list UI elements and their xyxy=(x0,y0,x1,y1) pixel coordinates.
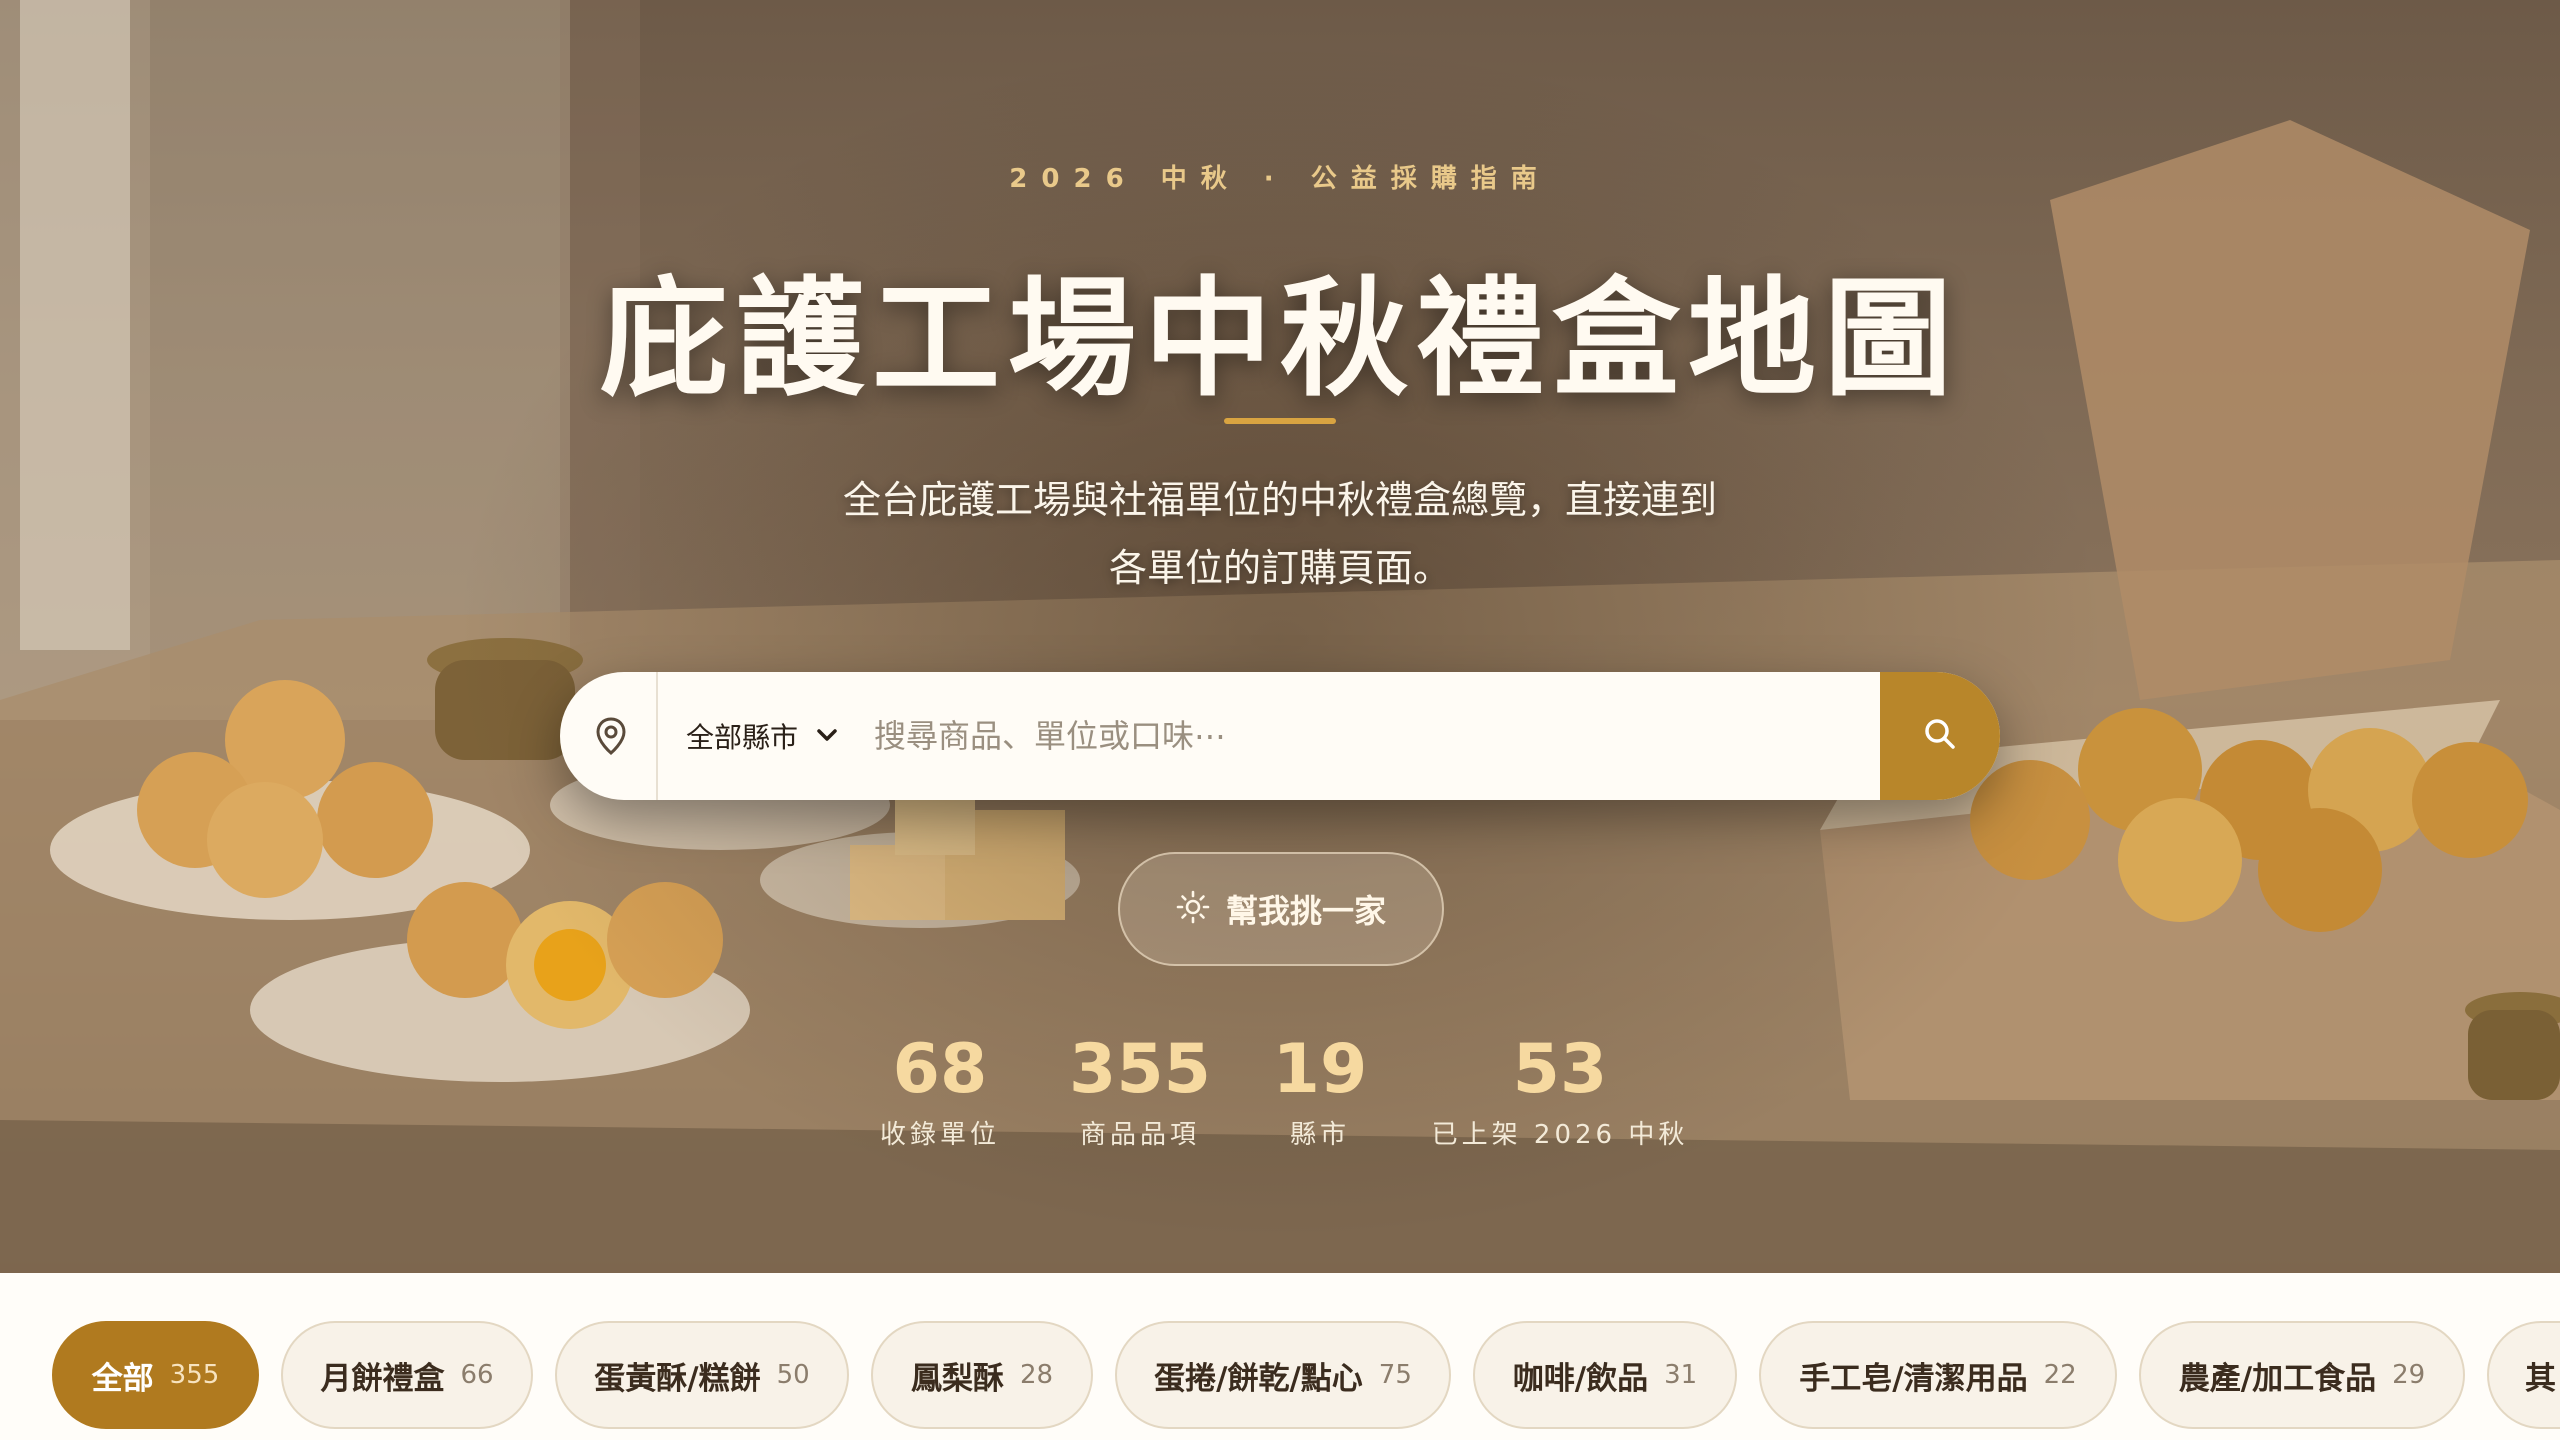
category-label: 蛋捲/餅乾/點心 xyxy=(1154,1360,1363,1397)
category-label: 手工皂/清潔用品 xyxy=(1799,1360,2028,1397)
search-icon xyxy=(1920,714,1960,758)
category-label: 鳳梨酥 xyxy=(910,1360,1004,1397)
category-count: 29 xyxy=(2392,1360,2426,1390)
hero-subtitle-line2: 各單位的訂購頁面。 xyxy=(1108,546,1451,590)
category-filter-bar: 全部 355 月餅禮盒 66 蛋黃酥/糕餅 50 鳳梨酥 28 蛋捲/餅乾/點心… xyxy=(0,1273,2560,1440)
category-count: 50 xyxy=(776,1360,810,1390)
stat-label: 縣市 xyxy=(1289,1120,1350,1150)
category-chip-mooncake[interactable]: 月餅禮盒 66 xyxy=(281,1321,533,1429)
search-bar: 全部縣市 xyxy=(560,672,2000,800)
page: 2026 中秋 · 公益採購指南 庇護工場中秋禮盒地圖 全台庇護工場與社福單位的… xyxy=(0,0,2560,1440)
county-select-value: 全部縣市 xyxy=(686,721,799,754)
pick-for-me-label: 幫我挑一家 xyxy=(1225,892,1386,930)
category-chip-coffee[interactable]: 咖啡/飲品 31 xyxy=(1473,1321,1737,1429)
stat-value: 355 xyxy=(1069,1030,1211,1109)
category-label: 其 xyxy=(2525,1360,2556,1397)
stat-units: 68 收錄單位 xyxy=(860,1030,1020,1151)
page-title: 庇護工場中秋禮盒地圖 xyxy=(599,265,1960,414)
county-select[interactable]: 全部縣市 xyxy=(658,672,864,800)
category-count: 22 xyxy=(2043,1360,2077,1390)
category-count: 75 xyxy=(1378,1360,1412,1390)
stat-label: 商品品項 xyxy=(1079,1120,1200,1150)
map-pin-icon xyxy=(566,672,658,800)
category-label: 蛋黃酥/糕餅 xyxy=(594,1360,761,1397)
search-input[interactable] xyxy=(864,672,1880,800)
hero-eyebrow: 2026 中秋 · 公益採購指南 xyxy=(1009,164,1551,194)
category-label: 農產/加工食品 xyxy=(2178,1360,2377,1397)
stat-value: 53 xyxy=(1512,1030,1608,1109)
stat-listed-2026: 53 已上架 2026 中秋 xyxy=(1400,1030,1720,1151)
category-chip-pineapple-cake[interactable]: 鳳梨酥 28 xyxy=(871,1321,1093,1429)
title-divider xyxy=(1224,418,1336,424)
category-chip-egg-yolk-pastry[interactable]: 蛋黃酥/糕餅 50 xyxy=(555,1321,849,1429)
category-label: 全部 xyxy=(91,1360,154,1397)
sparkle-icon xyxy=(1176,890,1210,928)
stat-value: 68 xyxy=(892,1030,988,1109)
category-chip-snacks[interactable]: 蛋捲/餅乾/點心 75 xyxy=(1115,1321,1451,1429)
category-chip-all[interactable]: 全部 355 xyxy=(52,1321,259,1429)
stat-label: 已上架 2026 中秋 xyxy=(1431,1120,1689,1150)
hero-section: 2026 中秋 · 公益採購指南 庇護工場中秋禮盒地圖 全台庇護工場與社福單位的… xyxy=(0,0,2560,1273)
category-count: 66 xyxy=(460,1360,494,1390)
chevron-down-icon xyxy=(816,727,838,746)
stat-products: 355 商品品項 xyxy=(1060,1030,1220,1151)
category-chip-other[interactable]: 其 xyxy=(2487,1321,2560,1429)
category-chip-soap[interactable]: 手工皂/清潔用品 22 xyxy=(1759,1321,2117,1429)
category-label: 咖啡/飲品 xyxy=(1512,1360,1649,1397)
category-chip-farm-products[interactable]: 農產/加工食品 29 xyxy=(2139,1321,2465,1429)
stat-label: 收錄單位 xyxy=(879,1120,1000,1150)
category-count: 28 xyxy=(1019,1360,1054,1390)
stat-value: 19 xyxy=(1272,1030,1368,1109)
category-count: 31 xyxy=(1664,1360,1698,1390)
stat-counties: 19 縣市 xyxy=(1240,1030,1400,1151)
category-label: 月餅禮盒 xyxy=(320,1360,445,1397)
category-count: 355 xyxy=(169,1360,220,1390)
hero-subtitle-line1: 全台庇護工場與社福單位的中秋禮盒總覽，直接連到 xyxy=(842,478,1717,522)
pick-for-me-button[interactable]: 幫我挑一家 xyxy=(1118,852,1444,966)
